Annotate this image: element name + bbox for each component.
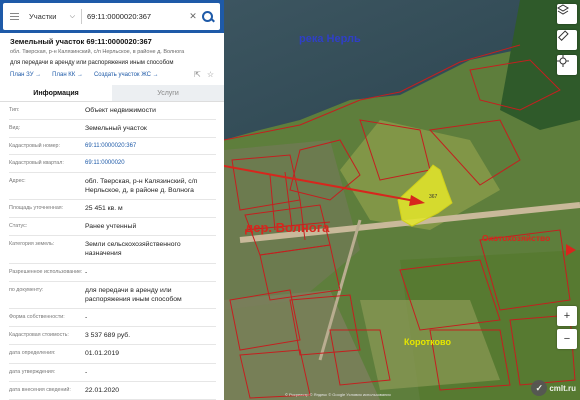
menu-icon[interactable] [3,3,25,30]
close-icon[interactable]: ✕ [186,11,200,22]
map-copyright: © Росреестр © Яндекс © Google Условия ис… [285,392,391,397]
purpose-text: для передачи в аренду или распоряжения и… [10,60,174,66]
village-label: дер. Волнога [245,220,330,235]
top-bar: Участки ⌵ 69:11:0000020:367 ✕ [0,0,224,33]
info-label: Тип: [9,107,20,113]
info-row: дата утверждения: - [9,364,216,382]
info-row: Форма собственности: - [9,309,216,328]
watermark-logo-icon: ✓ [531,380,548,396]
info-label: дата внесения сведений: [9,386,71,393]
info-value: - [85,268,88,276]
korotkovo-label: Коротково [404,337,451,347]
info-table: Тип: Объект недвижимости Вид: Земельный уча… [0,102,224,400]
info-value: Объект недвижимости [85,107,156,114]
plan-zu-link[interactable]: План ЗУ → [10,72,41,78]
watermark-text: cmlt.ru [549,383,576,393]
info-label: по документу: [9,286,44,293]
info-row: дата внесения сведений: 22.01.2020 [9,382,216,400]
info-value: Земли сельскохозяйственного назначения [85,241,181,258]
create-parcel-link[interactable]: Создать участок ЖС → [94,72,159,78]
info-value: Земельный участок [85,125,147,133]
info-label: Форма собственности: [9,314,65,321]
locate-button[interactable] [557,55,577,75]
search-box: Участки ⌵ 69:11:0000020:367 ✕ [3,3,220,30]
info-row: Категория земель: Земли сельскохозяйствен… [9,236,216,264]
page-title: Земельный участок 69:11:0000020:367 [10,37,152,46]
info-value: 25 451 кв. м [85,204,123,212]
zoom-out-button[interactable]: − [557,329,577,349]
tab-info[interactable]: Информация [0,85,112,102]
plan-kk-link[interactable]: План КК → [52,72,83,78]
info-panel: Участки ⌵ 69:11:0000020:367 ✕ Земельный … [0,0,224,400]
info-value: - [85,314,88,322]
divider [81,9,82,24]
tab-services[interactable]: Услуги [112,85,224,102]
info-row: дата определения: 01.01.2019 [9,345,216,364]
info-value: 01.01.2019 [85,350,120,358]
locate-icon [557,55,569,67]
info-label: дата определения: [9,350,56,357]
parcel-header: Земельный участок 69:11:0000020:367 обл.… [0,33,224,79]
layer-select[interactable]: Участки ⌵ [25,12,75,21]
info-row: Вид: Земельный участок [9,120,216,139]
info-value: Ранее учтенный [85,223,137,231]
info-value-link[interactable]: 69:11:0000020:367 [85,138,216,154]
watermark: ✓ cmlt.ru [531,380,576,396]
info-row: по документу: для передачи в аренду или р… [9,282,216,310]
info-value: для передачи в аренду или распоряжения и… [85,286,182,303]
search-input[interactable]: 69:11:0000020:367 [87,12,186,21]
info-label: Вид: [9,125,21,132]
info-row: Площадь уточненная: 25 451 кв. м [9,200,216,219]
info-label: Кадастровая стоимость: [9,332,69,339]
info-label: дата утверждения: [9,368,56,375]
info-value: обл. Тверская, р-н Калязинский, с/п Нерл… [85,177,198,194]
chevron-down-icon: ⌵ [69,12,75,20]
info-value: 3 537 689 руб. [85,332,131,340]
info-row: Адрес: обл. Тверская, р-н Калязинский, с/… [9,173,216,200]
info-label: Кадастровый номер: [9,143,60,150]
info-label: Категория земель: [9,241,55,248]
layers-icon [557,4,569,15]
address-short: обл. Тверская, р-н Калязинский, с/п Нерл… [10,49,185,55]
zoom-in-button[interactable]: + [557,306,577,326]
info-label: Адрес: [9,177,26,184]
info-row: Кадастровый номер: 69:11:0000020:367 [9,138,216,156]
river-label: река Нерль [299,33,361,45]
hunting-label: Охотохозяйство [482,233,551,243]
info-row: Тип: Объект недвижимости [9,102,216,121]
info-row: Статус: Ранее учтенный [9,218,216,237]
info-value: - [85,368,88,376]
search-icon[interactable] [200,9,216,25]
ruler-button[interactable] [557,30,577,50]
info-row: Кадастровая стоимость: 3 537 689 руб. [9,327,216,346]
ruler-icon [558,30,569,41]
info-label: Статус: [9,223,28,230]
info-row: Разрешенное использование: - [9,264,216,282]
layer-select-value: Участки [29,12,57,21]
info-row: Кадастровый квартал: 69:11:0000020 [9,155,216,173]
plan-links: План ЗУ → План КК → Создать участок ЖС →… [10,70,214,79]
parcel-number-label: 367 [429,194,438,200]
info-value-link[interactable]: 69:11:0000020 [85,155,216,171]
tab-bar: Информация Услуги [0,85,224,102]
info-label: Площадь уточненная: [9,204,64,211]
info-value: 22.01.2020 [85,386,120,394]
layers-button[interactable] [557,4,577,24]
info-label: Кадастровый квартал: [9,160,64,167]
share-icon[interactable]: ⇱ [194,70,201,79]
info-label: Разрешенное использование: [9,268,83,275]
star-icon[interactable]: ☆ [207,70,214,79]
